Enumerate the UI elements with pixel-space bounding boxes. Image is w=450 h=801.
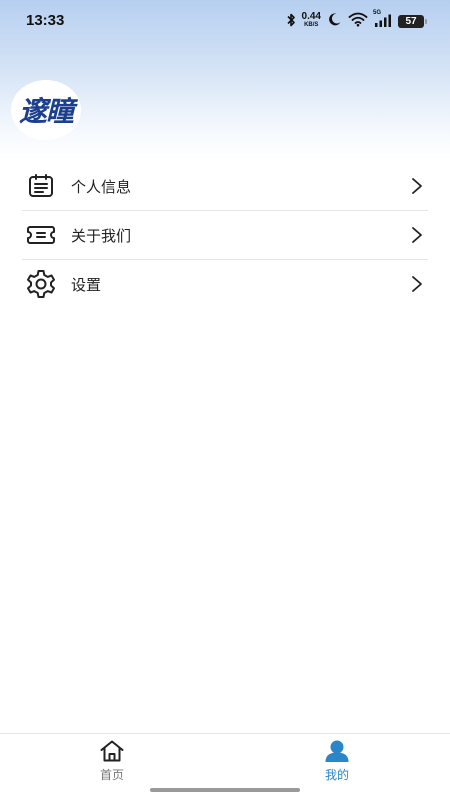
- avatar[interactable]: 邃瞳: [11, 80, 81, 140]
- ticket-icon: [23, 217, 59, 253]
- menu-item-about-us[interactable]: 关于我们: [22, 211, 428, 260]
- chevron-right-icon: [410, 274, 424, 294]
- status-time: 13:33: [26, 12, 65, 29]
- chevron-right-icon: [410, 225, 424, 245]
- tab-mine[interactable]: 我的: [297, 738, 377, 786]
- status-icons: 0.44 KB/S 5G 57: [286, 10, 427, 31]
- menu-item-label: 设置: [71, 275, 102, 294]
- network-type: 5G: [373, 10, 382, 16]
- menu-list: 个人信息 关于我们 设置: [22, 162, 428, 308]
- wifi-icon: [348, 12, 368, 31]
- tab-home-label: 首页: [99, 768, 124, 782]
- net-speed: 0.44 KB/S: [301, 11, 321, 29]
- bluetooth-icon: [286, 12, 296, 31]
- moon-icon: [327, 12, 342, 31]
- avatar-logo-text: 邃瞳: [18, 95, 74, 128]
- tab-home[interactable]: 首页: [72, 738, 152, 786]
- menu-item-settings[interactable]: 设置: [22, 260, 428, 308]
- menu-item-label: 关于我们: [71, 226, 132, 245]
- net-speed-unit: KB/S: [304, 22, 319, 28]
- signal-icon: 5G: [373, 10, 392, 28]
- home-icon: [98, 738, 126, 764]
- home-indicator[interactable]: [150, 788, 300, 792]
- menu-item-profile-info[interactable]: 个人信息: [22, 162, 428, 211]
- net-speed-value: 0.44: [301, 11, 321, 22]
- tab-mine-label: 我的: [324, 768, 349, 782]
- profile-card-icon: [23, 168, 59, 204]
- battery-icon: 57: [398, 14, 427, 28]
- menu-item-label: 个人信息: [71, 177, 132, 196]
- chevron-right-icon: [410, 176, 424, 196]
- user-icon: [323, 738, 351, 764]
- gear-icon: [23, 266, 59, 302]
- status-bar: 13:33 0.44 KB/S 5G 57: [0, 0, 450, 40]
